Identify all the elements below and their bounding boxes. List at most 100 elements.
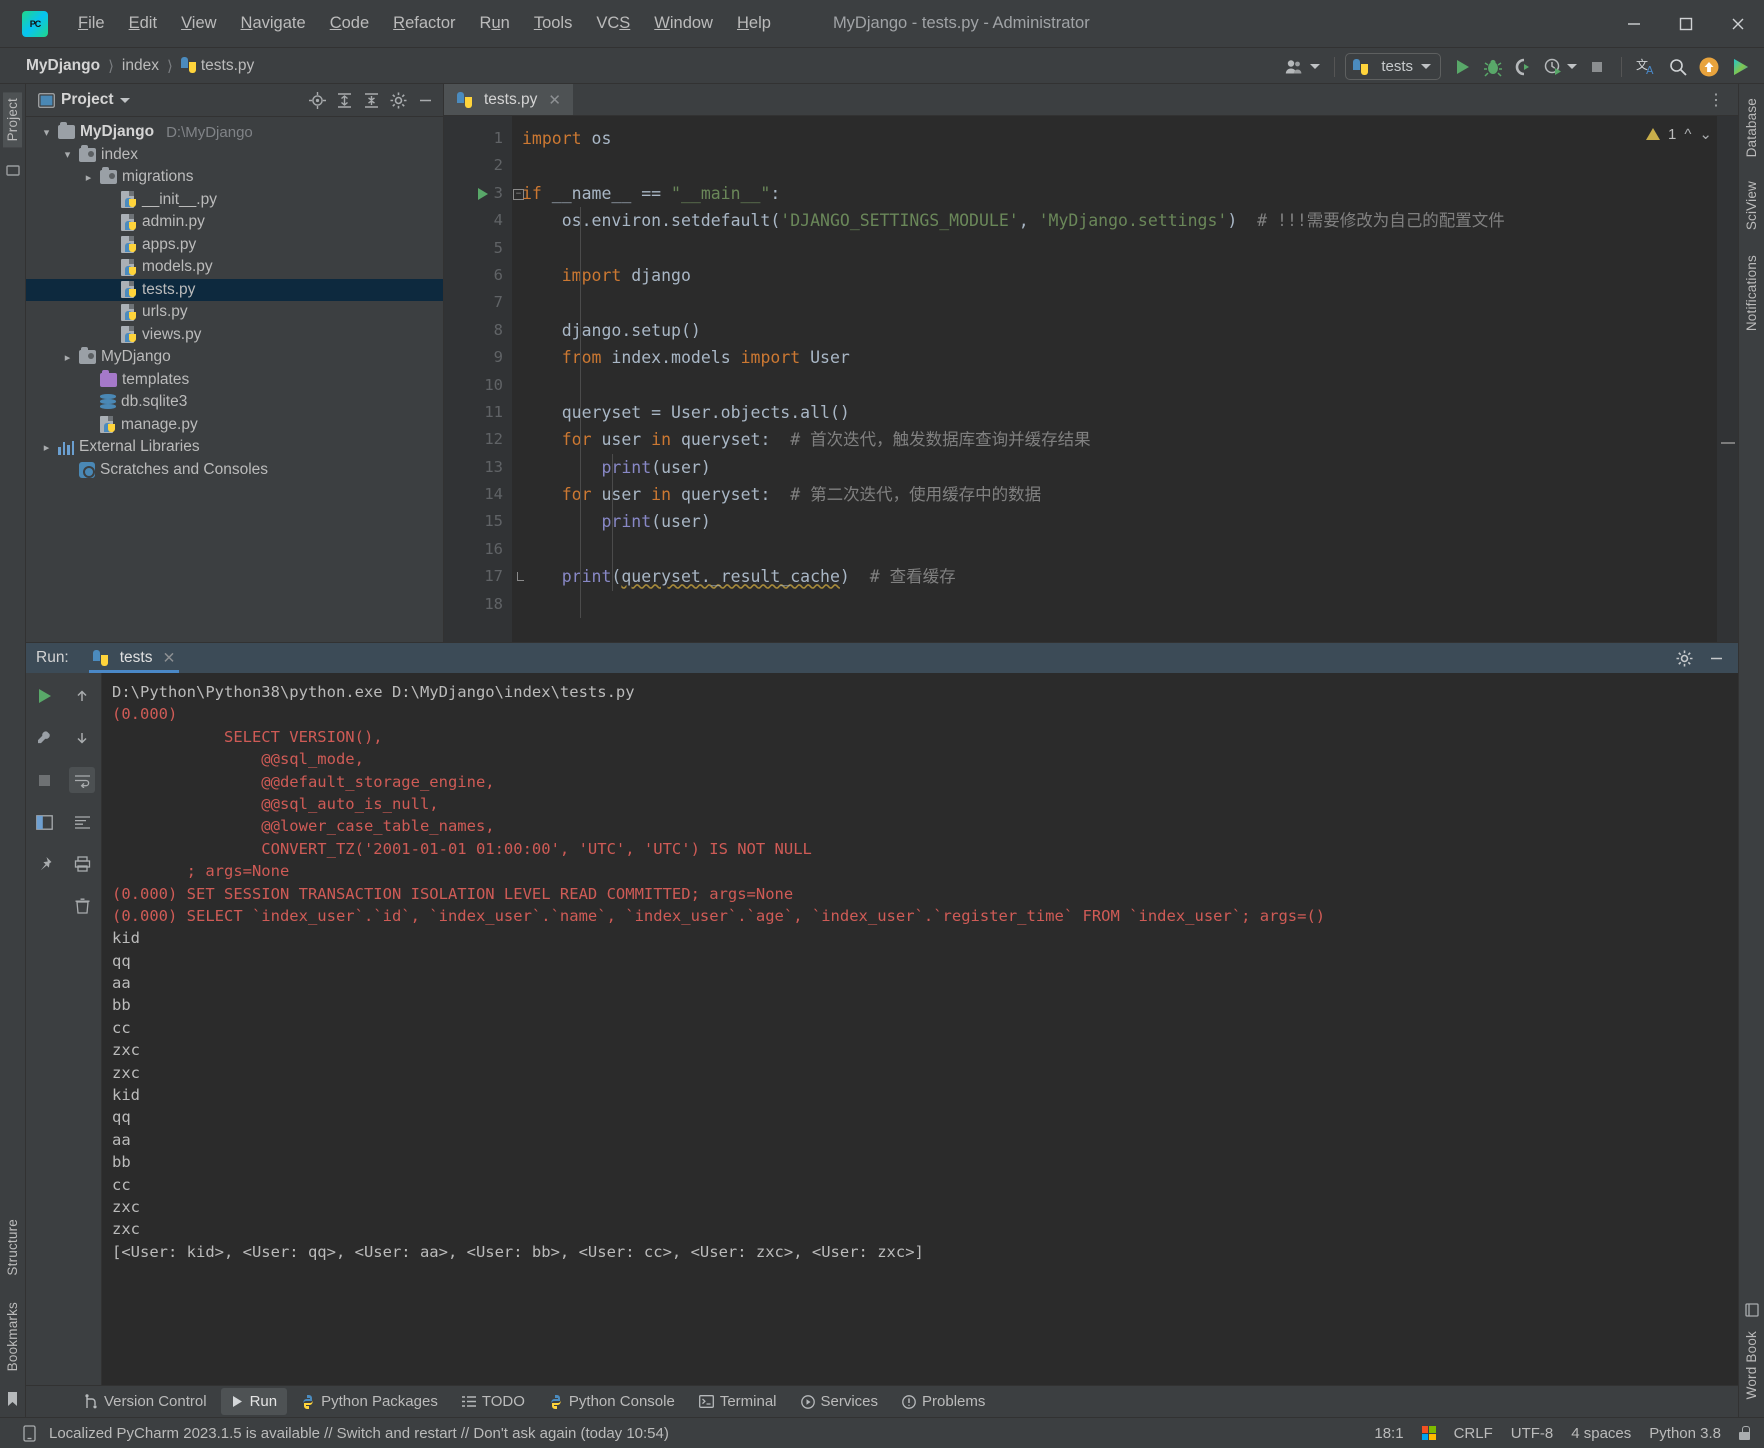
rerun-icon[interactable]: [32, 683, 58, 709]
run-tab-tests[interactable]: tests ✕: [83, 643, 186, 673]
tree-item-templates[interactable]: templates: [26, 369, 443, 392]
menu-vcs[interactable]: VCS: [584, 10, 642, 37]
menu-file[interactable]: FFileile: [66, 10, 117, 37]
menu-edit[interactable]: Edit: [117, 10, 169, 37]
code-line-12[interactable]: for user in queryset: # 首次迭代，触发数据库查询并缓存结…: [522, 426, 1738, 453]
code-editor[interactable]: 1 2 3−4 5 6 7 8 9 10 11 12 13 14 15 16 17 18 import os i…: [444, 116, 1738, 642]
code-line-10[interactable]: [522, 372, 1738, 399]
search-everywhere-button[interactable]: [1664, 53, 1692, 81]
scroll-up-icon[interactable]: [69, 683, 95, 709]
prev-problem-icon[interactable]: ^: [1684, 126, 1691, 143]
line-number-7[interactable]: 7: [444, 289, 512, 316]
scroll-down-icon[interactable]: [69, 725, 95, 751]
project-panel-chevron-icon[interactable]: [119, 97, 130, 103]
tool-tab-run[interactable]: Run: [220, 1388, 288, 1415]
gear-icon[interactable]: [388, 90, 408, 110]
expand-all-icon[interactable]: [334, 90, 354, 110]
tree-item-models-py[interactable]: models.py: [26, 256, 443, 279]
tool-tab-services[interactable]: Services: [791, 1388, 889, 1415]
line-number-15[interactable]: 15: [444, 508, 512, 535]
tree-item-index[interactable]: ▾ index: [26, 144, 443, 167]
sidebar-item-structure[interactable]: Structure: [3, 1213, 22, 1282]
menu-navigate[interactable]: Navigate: [229, 10, 318, 37]
code-line-11[interactable]: queryset = User.objects.all(): [522, 399, 1738, 426]
tree-item-mydjango[interactable]: ▸ MyDjango: [26, 346, 443, 369]
line-number-5[interactable]: 5: [444, 235, 512, 262]
line-number-2[interactable]: 2: [444, 152, 512, 179]
code-line-1[interactable]: import os: [522, 125, 1738, 152]
clear-all-icon[interactable]: [69, 893, 95, 919]
line-number-6[interactable]: 6: [444, 262, 512, 289]
close-button[interactable]: [1712, 0, 1764, 47]
chevron-right-icon[interactable]: ▸: [40, 441, 53, 454]
chevron-down-icon[interactable]: ▾: [61, 148, 74, 161]
menu-help[interactable]: Help: [725, 10, 783, 37]
translate-button[interactable]: 文 A: [1632, 53, 1662, 81]
tree-item-apps-py[interactable]: apps.py: [26, 234, 443, 257]
locate-file-icon[interactable]: [307, 90, 327, 110]
chevron-down-icon[interactable]: ▾: [40, 126, 53, 139]
breadcrumb-project[interactable]: MyDjango: [22, 55, 104, 77]
line-number-16[interactable]: 16: [444, 536, 512, 563]
sidebar-item-sciview[interactable]: SciView: [1742, 175, 1761, 236]
sidebar-item-word-book[interactable]: Word Book: [1742, 1325, 1761, 1405]
collapse-all-icon[interactable]: [361, 90, 381, 110]
line-number-1[interactable]: 1: [444, 125, 512, 152]
next-problem-icon[interactable]: ⌄: [1699, 125, 1712, 143]
code-line-17[interactable]: print(queryset._result_cache) # 查看缓存: [522, 563, 1738, 590]
tree-item-init-py[interactable]: __init__.py: [26, 189, 443, 212]
line-number-17[interactable]: 17: [444, 563, 524, 590]
pin-tab-icon[interactable]: [32, 851, 58, 877]
breadcrumb-file[interactable]: tests.py: [177, 55, 258, 77]
code-line-6[interactable]: import django: [522, 262, 1738, 289]
line-number-14[interactable]: 14: [444, 481, 512, 508]
tree-item-external-libraries[interactable]: ▸ External Libraries: [26, 436, 443, 459]
menu-tools[interactable]: Tools: [522, 10, 585, 37]
line-number-12[interactable]: 12: [444, 426, 512, 453]
line-number-8[interactable]: 8: [444, 317, 512, 344]
run-configuration-selector[interactable]: tests: [1345, 53, 1441, 80]
line-number-18[interactable]: 18: [444, 591, 512, 618]
close-tab-icon[interactable]: ✕: [548, 91, 561, 109]
menu-refactor[interactable]: Refactor: [381, 10, 467, 37]
run-settings-gear-icon[interactable]: [1674, 648, 1694, 668]
tool-tab-todo[interactable]: TODO: [452, 1388, 535, 1415]
line-number-gutter[interactable]: 1 2 3−4 5 6 7 8 9 10 11 12 13 14 15 16 17 18: [444, 116, 524, 642]
code-line-2[interactable]: [522, 152, 1738, 179]
editor-minimap-strip[interactable]: [1716, 116, 1738, 642]
sidebar-item-bookmarks[interactable]: Bookmarks: [3, 1296, 22, 1377]
tool-tab-version-control[interactable]: Version Control: [74, 1388, 217, 1415]
tree-item-manage-py[interactable]: manage.py: [26, 414, 443, 437]
chevron-right-icon[interactable]: ▸: [61, 351, 74, 364]
line-number-13[interactable]: 13: [444, 454, 512, 481]
code-line-4[interactable]: os.environ.setdefault('DJANGO_SETTINGS_M…: [522, 207, 1738, 234]
tool-tab-terminal[interactable]: Terminal: [689, 1388, 787, 1415]
code-line-18[interactable]: [522, 591, 1738, 618]
run-button[interactable]: [1449, 53, 1477, 81]
debug-button[interactable]: [1479, 53, 1507, 81]
line-number-10[interactable]: 10: [444, 372, 512, 399]
line-number-11[interactable]: 11: [444, 399, 512, 426]
editor-tab-tests[interactable]: tests.py ✕: [444, 84, 573, 115]
python-interpreter[interactable]: Python 3.8: [1649, 1425, 1721, 1442]
profile-button[interactable]: [1539, 53, 1581, 81]
sidebar-item-notifications[interactable]: Notifications: [1742, 249, 1761, 337]
scroll-to-end-icon[interactable]: [69, 809, 95, 835]
code-line-13[interactable]: print(user): [522, 454, 1738, 481]
tree-item-admin-py[interactable]: admin.py: [26, 211, 443, 234]
tree-item-db-sqlite3[interactable]: db.sqlite3: [26, 391, 443, 414]
tree-item-scratches-and-consoles[interactable]: Scratches and Consoles: [26, 459, 443, 482]
maximize-button[interactable]: [1660, 0, 1712, 47]
menu-view[interactable]: View: [169, 10, 228, 37]
project-tree[interactable]: ▾ MyDjango D:\MyDjango ▾ index ▸ migrations __i…: [26, 117, 443, 642]
print-icon[interactable]: [69, 851, 95, 877]
caret-position[interactable]: 18:1: [1374, 1425, 1403, 1442]
menu-window[interactable]: Window: [642, 10, 725, 37]
code-line-8[interactable]: django.setup(): [522, 317, 1738, 344]
tree-item-mydjango[interactable]: ▾ MyDjango D:\MyDjango: [26, 121, 443, 144]
editor-options-icon[interactable]: ⋮: [1694, 84, 1738, 115]
gutter-run-icon[interactable]: [478, 187, 488, 200]
os-indicator-icon[interactable]: [1421, 1426, 1436, 1440]
line-number-3[interactable]: 3−: [444, 180, 524, 207]
stop-process-icon[interactable]: [32, 767, 58, 793]
